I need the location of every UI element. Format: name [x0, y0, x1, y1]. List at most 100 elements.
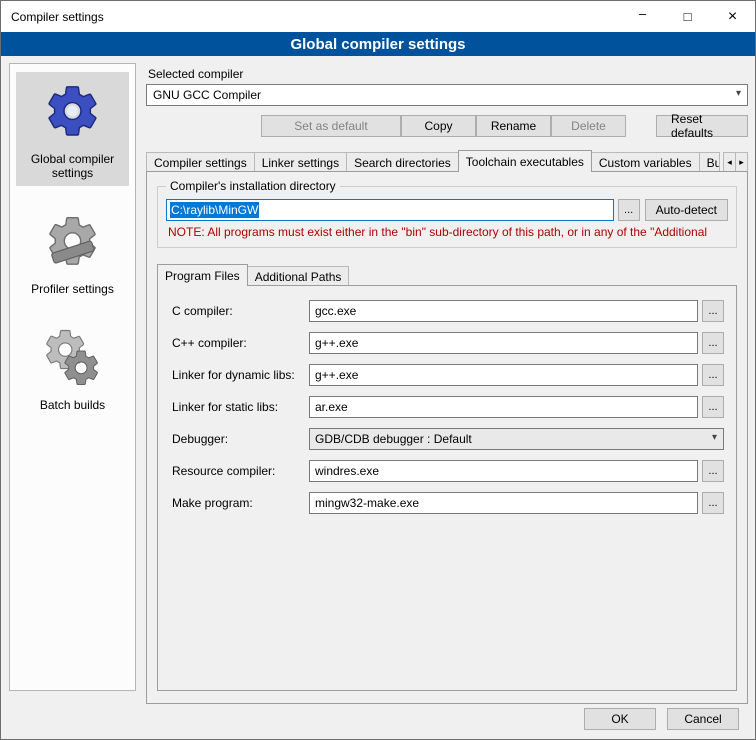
- browse-directory-button[interactable]: ...: [618, 199, 640, 221]
- tab-additional-paths[interactable]: Additional Paths: [247, 266, 350, 286]
- tab-linker-settings[interactable]: Linker settings: [254, 152, 347, 172]
- delete-button[interactable]: Delete: [551, 115, 626, 137]
- tab-toolchain-executables[interactable]: Toolchain executables: [458, 150, 592, 172]
- maximize-icon: □: [684, 9, 692, 24]
- ellipsis-icon: ...: [708, 497, 717, 509]
- ellipsis-icon: ...: [708, 305, 717, 317]
- make-program-value: mingw32-make.exe: [315, 496, 419, 510]
- dynamic-linker-input[interactable]: g++.exe: [309, 364, 698, 386]
- sidebar-item-label: Batch builds: [40, 398, 105, 412]
- sidebar-item-batch-builds[interactable]: Batch builds: [16, 318, 129, 418]
- selected-compiler-dropdown[interactable]: GNU GCC Compiler ▾: [146, 84, 748, 106]
- minimize-button[interactable]: –: [620, 1, 665, 32]
- installation-directory-input[interactable]: C:\raylib\MinGW: [166, 199, 614, 221]
- sidebar-item-label: Profiler settings: [31, 282, 114, 296]
- gear-blue-icon: [42, 80, 104, 142]
- tab-build-options[interactable]: Build: [699, 152, 720, 172]
- tab-compiler-settings[interactable]: Compiler settings: [146, 152, 255, 172]
- cpp-compiler-browse-button[interactable]: ...: [702, 332, 724, 354]
- ellipsis-icon: ...: [708, 369, 717, 381]
- tab-scroll-right-button[interactable]: ▸: [735, 152, 748, 172]
- debugger-dropdown[interactable]: GDB/CDB debugger : Default ▾: [309, 428, 724, 450]
- sidebar-item-global-compiler-settings[interactable]: Global compiler settings: [16, 72, 129, 186]
- static-linker-value: ar.exe: [315, 400, 348, 414]
- maximize-button[interactable]: □: [665, 1, 710, 32]
- compiler-settings-dialog: Compiler settings – □ × Global compiler …: [0, 0, 756, 740]
- arrow-right-icon: ▸: [739, 157, 744, 168]
- dialog-header: Global compiler settings: [1, 32, 755, 56]
- title-bar: Compiler settings – □ ×: [1, 1, 755, 32]
- dialog-header-title: Global compiler settings: [290, 36, 465, 53]
- program-files-tabstrip: Program Files Additional Paths: [157, 264, 737, 286]
- program-files-panel: C compiler: gcc.exe ... C++ compiler: g+…: [157, 285, 737, 691]
- selected-compiler-value: GNU GCC Compiler: [153, 88, 261, 102]
- window-title: Compiler settings: [1, 10, 620, 24]
- cpp-compiler-value: g++.exe: [315, 336, 358, 350]
- dynamic-linker-label: Linker for dynamic libs:: [172, 368, 309, 382]
- toolchain-executables-panel: Compiler's installation directory C:\ray…: [146, 171, 748, 704]
- make-program-label: Make program:: [172, 496, 309, 510]
- resource-compiler-input[interactable]: windres.exe: [309, 460, 698, 482]
- resource-compiler-label: Resource compiler:: [172, 464, 309, 478]
- button-spacer: [626, 115, 656, 137]
- cpp-compiler-row: C++ compiler: g++.exe ...: [172, 332, 724, 354]
- close-button[interactable]: ×: [710, 1, 755, 32]
- dynamic-linker-row: Linker for dynamic libs: g++.exe ...: [172, 364, 724, 386]
- minimize-icon: –: [639, 6, 646, 21]
- copy-button[interactable]: Copy: [401, 115, 476, 137]
- ellipsis-icon: ...: [708, 465, 717, 477]
- resource-compiler-value: windres.exe: [315, 464, 379, 478]
- static-linker-input[interactable]: ar.exe: [309, 396, 698, 418]
- ellipsis-icon: ...: [708, 337, 717, 349]
- compiler-actions: Set as default Copy Rename Delete Reset …: [146, 115, 748, 137]
- dynamic-linker-value: g++.exe: [315, 368, 358, 382]
- static-linker-browse-button[interactable]: ...: [702, 396, 724, 418]
- dynamic-linker-browse-button[interactable]: ...: [702, 364, 724, 386]
- sidebar-item-label: Global compiler settings: [18, 152, 127, 180]
- arrow-left-icon: ◂: [727, 157, 732, 168]
- c-compiler-value: gcc.exe: [315, 304, 356, 318]
- resource-compiler-row: Resource compiler: windres.exe ...: [172, 460, 724, 482]
- settings-category-sidebar: Global compiler settings Profiler settin…: [9, 63, 136, 691]
- ellipsis-icon: ...: [708, 401, 717, 413]
- c-compiler-browse-button[interactable]: ...: [702, 300, 724, 322]
- make-program-input[interactable]: mingw32-make.exe: [309, 492, 698, 514]
- c-compiler-label: C compiler:: [172, 304, 309, 318]
- ellipsis-icon: ...: [624, 204, 633, 216]
- settings-tabs: Compiler settings Linker settings Search…: [146, 150, 720, 172]
- profiler-tool-icon: [42, 210, 104, 272]
- chevron-down-icon: ▾: [712, 432, 717, 443]
- debugger-label: Debugger:: [172, 432, 309, 446]
- cpp-compiler-label: C++ compiler:: [172, 336, 309, 350]
- close-icon: ×: [728, 8, 737, 26]
- selected-compiler-label: Selected compiler: [148, 67, 748, 81]
- c-compiler-input[interactable]: gcc.exe: [309, 300, 698, 322]
- c-compiler-row: C compiler: gcc.exe ...: [172, 300, 724, 322]
- set-as-default-button[interactable]: Set as default: [261, 115, 401, 137]
- resource-compiler-browse-button[interactable]: ...: [702, 460, 724, 482]
- main-content: Selected compiler GNU GCC Compiler ▾ Set…: [146, 63, 748, 704]
- make-program-browse-button[interactable]: ...: [702, 492, 724, 514]
- static-linker-label: Linker for static libs:: [172, 400, 309, 414]
- installation-directory-row: C:\raylib\MinGW ... Auto-detect: [166, 199, 728, 221]
- ok-button[interactable]: OK: [584, 708, 656, 730]
- sidebar-item-profiler-settings[interactable]: Profiler settings: [16, 202, 129, 302]
- debugger-row: Debugger: GDB/CDB debugger : Default ▾: [172, 428, 724, 450]
- cpp-compiler-input[interactable]: g++.exe: [309, 332, 698, 354]
- tab-custom-variables[interactable]: Custom variables: [591, 152, 700, 172]
- auto-detect-button[interactable]: Auto-detect: [645, 199, 728, 221]
- tab-program-files[interactable]: Program Files: [157, 264, 248, 286]
- cancel-button[interactable]: Cancel: [667, 708, 739, 730]
- tab-search-directories[interactable]: Search directories: [346, 152, 459, 172]
- installation-directory-groupbox: Compiler's installation directory C:\ray…: [157, 186, 737, 248]
- dialog-footer: OK Cancel: [584, 708, 739, 730]
- static-linker-row: Linker for static libs: ar.exe ...: [172, 396, 724, 418]
- installation-directory-value: C:\raylib\MinGW: [170, 202, 259, 218]
- bin-subdirectory-note: NOTE: All programs must exist either in …: [168, 225, 728, 239]
- reset-defaults-button[interactable]: Reset defaults: [656, 115, 748, 137]
- gears-gray-icon: [42, 326, 104, 388]
- make-program-row: Make program: mingw32-make.exe ...: [172, 492, 724, 514]
- debugger-value: GDB/CDB debugger : Default: [315, 432, 472, 446]
- installation-directory-legend: Compiler's installation directory: [166, 179, 340, 193]
- rename-button[interactable]: Rename: [476, 115, 551, 137]
